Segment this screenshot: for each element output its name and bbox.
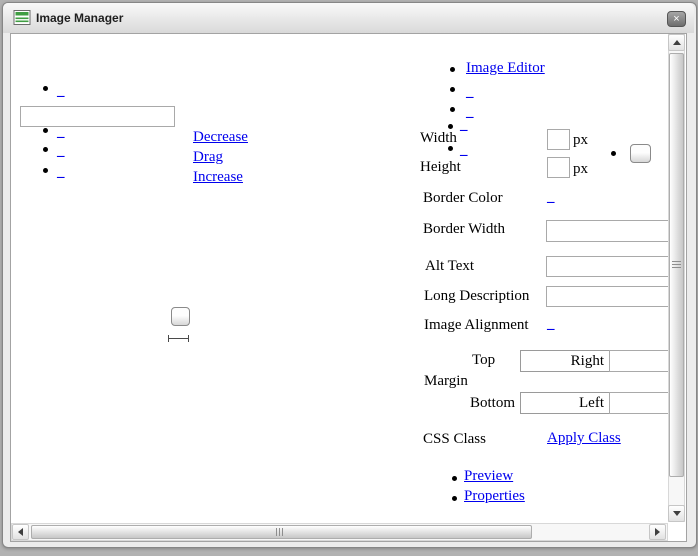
- zoom-increase-link[interactable]: Increase: [193, 169, 243, 185]
- image-search-input[interactable]: [20, 106, 175, 127]
- bullet: [611, 151, 616, 156]
- height-input[interactable]: [547, 157, 570, 178]
- zoom-drag-link[interactable]: Drag: [193, 149, 223, 165]
- image-editor-link[interactable]: Image Editor: [466, 60, 545, 76]
- scroll-up-button[interactable]: [668, 34, 685, 51]
- width-input[interactable]: [547, 129, 570, 150]
- apply-class-link[interactable]: Apply Class: [547, 430, 621, 446]
- alt-text-label: Alt Text: [425, 258, 475, 274]
- border-color-picker-link[interactable]: _: [547, 189, 555, 205]
- toolbar-link-1[interactable]: _: [57, 83, 65, 99]
- width-bullet-link[interactable]: _: [460, 117, 468, 133]
- border-width-label: Border Width: [423, 221, 506, 237]
- close-button[interactable]: ×: [667, 11, 686, 27]
- toolbar-link-4[interactable]: _: [57, 164, 65, 180]
- arrow-up-icon: [672, 40, 681, 45]
- css-class-label: CSS Class: [423, 431, 486, 447]
- bullet: [43, 168, 48, 173]
- bullet: [448, 124, 453, 129]
- margin-right-label-cell: Right: [520, 350, 610, 372]
- image-alignment-picker-link[interactable]: _: [547, 316, 555, 332]
- bullet: [452, 476, 457, 481]
- height-unit-label: px: [573, 161, 588, 177]
- margin-top-label: Top: [472, 352, 496, 368]
- zoom-slider-handle[interactable]: [171, 307, 190, 326]
- toolbar-link-3[interactable]: _: [57, 143, 65, 159]
- height-bullet-link[interactable]: _: [460, 142, 468, 158]
- margin-left-input[interactable]: [609, 392, 670, 414]
- bullet: [43, 86, 48, 91]
- zoom-decrease-link[interactable]: Decrease: [193, 129, 248, 145]
- scroll-down-button[interactable]: [668, 505, 685, 522]
- preview-link[interactable]: Preview: [464, 468, 513, 484]
- constrain-proportions-button[interactable]: [630, 144, 651, 163]
- margin-left-label-cell: Left: [520, 392, 610, 414]
- toolbar-link-2[interactable]: _: [57, 124, 65, 140]
- zoom-slider-track[interactable]: [168, 335, 189, 342]
- long-description-input[interactable]: [546, 286, 670, 307]
- image-alignment-label: Image Alignment: [424, 317, 529, 333]
- bullet: [450, 87, 455, 92]
- width-unit-label: px: [573, 132, 588, 148]
- bullet: [43, 147, 48, 152]
- dialog-title: Image Manager: [36, 11, 124, 25]
- arrow-right-icon: [655, 528, 660, 536]
- alt-text-input[interactable]: [546, 256, 670, 277]
- arrow-down-icon: [672, 511, 681, 516]
- arrow-left-icon: [18, 528, 23, 536]
- bullet: [450, 107, 455, 112]
- border-color-label: Border Color: [423, 190, 503, 206]
- properties-link[interactable]: Properties: [464, 488, 525, 504]
- width-label: Width: [420, 130, 457, 146]
- bullet: [43, 128, 48, 133]
- image-manager-icon: [13, 10, 31, 25]
- bullet: [448, 146, 453, 151]
- bullet: [450, 67, 455, 72]
- height-label: Height: [420, 159, 461, 175]
- long-description-label: Long Description: [424, 288, 530, 304]
- border-width-input[interactable]: [546, 220, 670, 242]
- vertical-thumb-grip: [672, 261, 681, 268]
- close-icon: ×: [673, 13, 680, 25]
- margin-bottom-label: Bottom: [470, 395, 516, 411]
- margin-label: Margin: [424, 373, 468, 389]
- horizontal-thumb-grip: [276, 528, 283, 536]
- right-toolbar-link-1[interactable]: _: [466, 84, 474, 100]
- scroll-left-button[interactable]: [12, 524, 29, 540]
- margin-right-input[interactable]: [609, 350, 670, 372]
- scroll-right-button[interactable]: [649, 524, 666, 540]
- bullet: [452, 496, 457, 501]
